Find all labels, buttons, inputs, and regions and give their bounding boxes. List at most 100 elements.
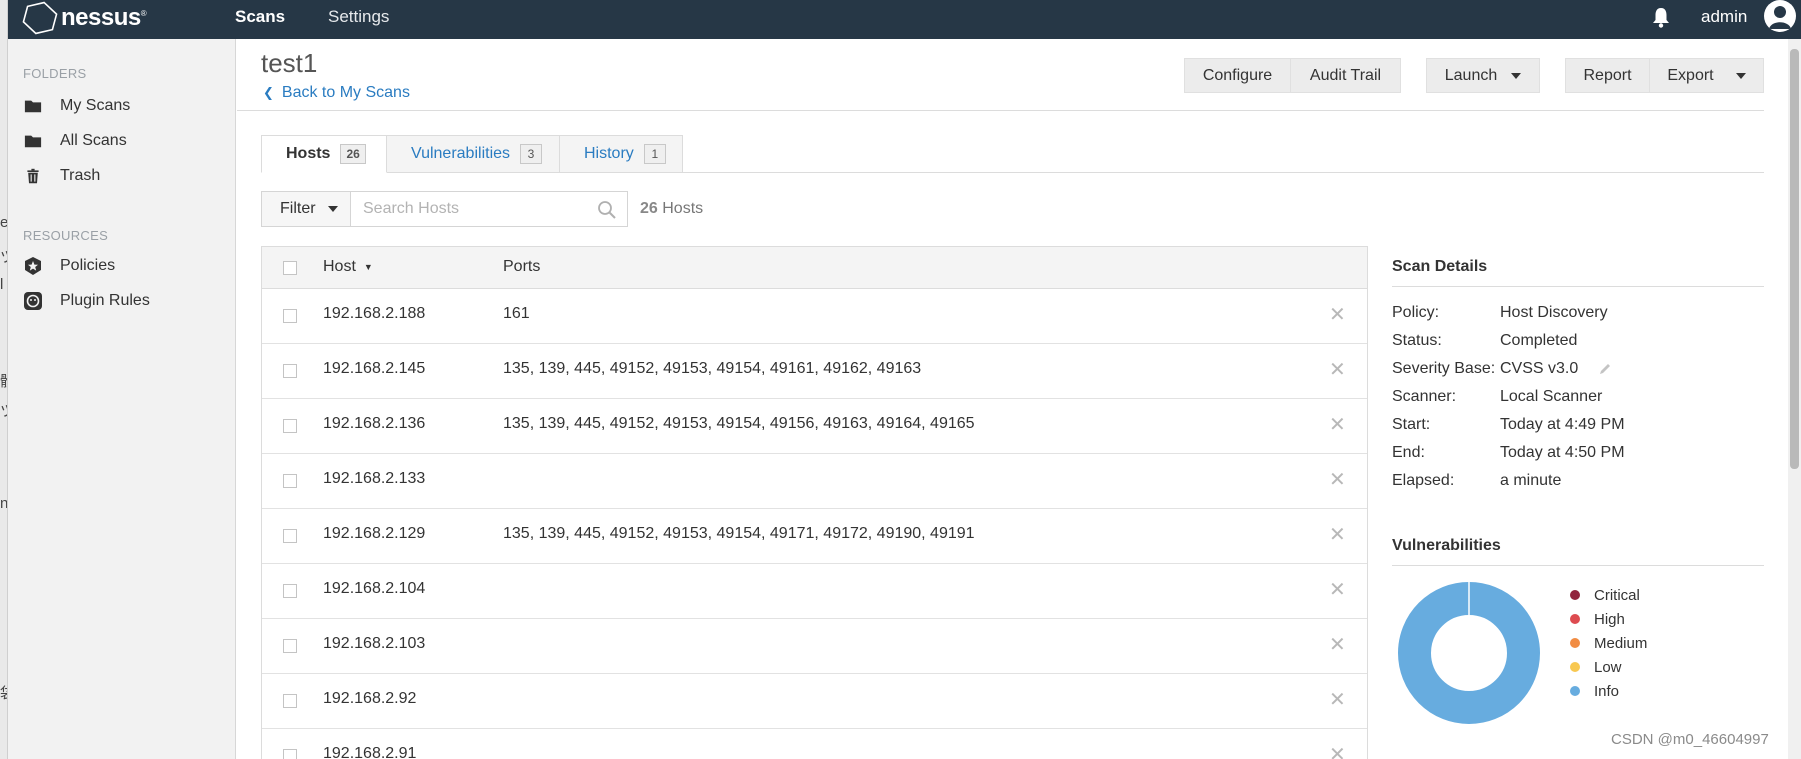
caret-down-icon — [1735, 72, 1746, 79]
vulnerabilities-donut-chart[interactable] — [1397, 581, 1541, 725]
vulnerabilities-section: Vulnerabilities — [1392, 537, 1764, 566]
row-checkbox[interactable] — [283, 639, 297, 653]
top-navigation-bar: nessus® Scans Settings admin — [8, 0, 1801, 39]
table-row[interactable]: 192.168.2.129 135, 139, 445, 49152, 4915… — [262, 509, 1367, 564]
scan-details-heading: Scan Details — [1392, 246, 1764, 287]
legend-label: Medium — [1594, 634, 1648, 652]
configure-button[interactable]: Configure — [1184, 58, 1291, 93]
table-row[interactable]: 192.168.2.103 ✕ — [262, 619, 1367, 674]
search-icon[interactable] — [597, 200, 617, 220]
user-avatar-icon[interactable] — [1764, 0, 1796, 32]
resources-heading: RESOURCES — [23, 228, 109, 243]
detail-value: Completed — [1500, 332, 1578, 349]
filter-dropdown-button[interactable]: Filter — [261, 191, 351, 227]
legend-dot — [1570, 590, 1580, 600]
row-checkbox[interactable] — [283, 749, 297, 759]
report-button[interactable]: Report — [1565, 58, 1650, 93]
column-header-ports[interactable]: Ports — [503, 258, 540, 276]
vulnerabilities-heading: Vulnerabilities — [1392, 537, 1764, 566]
edge-glyph: n — [0, 495, 8, 512]
launch-button[interactable]: Launch — [1426, 58, 1540, 93]
page-scrollbar[interactable] — [1788, 39, 1801, 759]
table-header: Host ▼ Ports — [262, 247, 1367, 289]
legend-label: Low — [1594, 658, 1622, 676]
detail-label: Policy: — [1392, 304, 1440, 321]
host-cell: 192.168.2.92 — [323, 690, 417, 707]
detail-value: Today at 4:49 PM — [1500, 416, 1625, 433]
user-menu-name[interactable]: admin — [1701, 7, 1747, 27]
host-cell: 192.168.2.104 — [323, 580, 426, 597]
scan-details-panel: Scan Details Policy: Host Discovery Stat… — [1392, 246, 1764, 495]
row-checkbox[interactable] — [283, 474, 297, 488]
table-row[interactable]: 192.168.2.92 ✕ — [262, 674, 1367, 729]
delete-row-icon[interactable]: ✕ — [1329, 690, 1346, 710]
row-checkbox[interactable] — [283, 309, 297, 323]
header-divider — [237, 110, 1764, 111]
detail-value: Local Scanner — [1500, 388, 1603, 405]
vulnerabilities-legend: Critical High Medium Low Info — [1570, 583, 1647, 703]
nav-scans[interactable]: Scans — [235, 7, 285, 27]
column-header-host[interactable]: Host ▼ — [323, 258, 373, 276]
table-row[interactable]: 192.168.2.133 ✕ — [262, 454, 1367, 509]
row-checkbox[interactable] — [283, 419, 297, 433]
hosts-count-number: 26 — [640, 200, 658, 217]
folders-heading: FOLDERS — [23, 66, 87, 81]
sidebar-item-label: All Scans — [60, 132, 127, 149]
sidebar-item-trash[interactable]: Trash — [23, 162, 228, 190]
sidebar-item-policies[interactable]: Policies — [23, 252, 228, 280]
sidebar-item-all-scans[interactable]: All Scans — [23, 127, 228, 155]
table-row[interactable]: 192.168.2.136 135, 139, 445, 49152, 4915… — [262, 399, 1367, 454]
edit-pencil-icon[interactable] — [1598, 362, 1612, 376]
delete-row-icon[interactable]: ✕ — [1329, 635, 1346, 655]
nav-settings[interactable]: Settings — [328, 7, 389, 27]
export-button[interactable]: Export — [1649, 58, 1764, 93]
sidebar-item-label: My Scans — [60, 97, 131, 114]
detail-row-scanner: Scanner: Local Scanner — [1392, 383, 1764, 411]
tab-history[interactable]: History 1 — [559, 135, 683, 173]
legend-label: Info — [1594, 682, 1620, 700]
back-to-my-scans-link[interactable]: ❮ Back to My Scans — [263, 84, 410, 102]
legend-dot — [1570, 686, 1580, 696]
page-title: test1 — [261, 48, 318, 78]
legend-label: High — [1594, 610, 1625, 628]
audit-trail-button[interactable]: Audit Trail — [1290, 58, 1401, 93]
search-hosts-box — [350, 191, 628, 227]
nessus-logo[interactable]: nessus® — [22, 1, 147, 35]
search-hosts-input[interactable] — [351, 192, 581, 226]
row-checkbox[interactable] — [283, 584, 297, 598]
host-cell: 192.168.2.103 — [323, 635, 426, 652]
table-row[interactable]: 192.168.2.188 161 ✕ — [262, 289, 1367, 344]
sidebar-item-my-scans[interactable]: My Scans — [23, 92, 228, 120]
notifications-bell-icon[interactable] — [1650, 5, 1672, 29]
detail-label: Severity Base: — [1392, 360, 1496, 377]
scrollbar-thumb[interactable] — [1790, 49, 1799, 469]
table-row[interactable]: 192.168.2.145 135, 139, 445, 49152, 4915… — [262, 344, 1367, 399]
tab-hosts[interactable]: Hosts 26 — [261, 135, 387, 173]
hosts-table: Host ▼ Ports 192.168.2.188 161 ✕ 192.168.… — [261, 246, 1368, 759]
delete-row-icon[interactable]: ✕ — [1329, 745, 1346, 759]
table-row[interactable]: 192.168.2.91 ✕ — [262, 729, 1367, 759]
row-checkbox[interactable] — [283, 694, 297, 708]
sidebar-item-plugin-rules[interactable]: Plugin Rules — [23, 287, 228, 315]
ports-cell: 135, 139, 445, 49152, 49153, 49154, 4915… — [503, 415, 975, 432]
edge-glyph: e — [0, 214, 8, 231]
tab-vulnerabilities[interactable]: Vulnerabilities 3 — [386, 135, 560, 173]
select-all-checkbox[interactable] — [283, 261, 297, 275]
delete-row-icon[interactable]: ✕ — [1329, 580, 1346, 600]
delete-row-icon[interactable]: ✕ — [1329, 360, 1346, 380]
detail-row-severity-base: Severity Base: CVSS v3.0 — [1392, 355, 1764, 383]
ports-cell: 135, 139, 445, 49152, 49153, 49154, 4917… — [503, 525, 975, 542]
delete-row-icon[interactable]: ✕ — [1329, 305, 1346, 325]
edge-glyph: ツ — [0, 246, 7, 267]
launch-button-label: Launch — [1444, 66, 1498, 84]
delete-row-icon[interactable]: ✕ — [1329, 415, 1346, 435]
table-row[interactable]: 192.168.2.104 ✕ — [262, 564, 1367, 619]
detail-row-elapsed: Elapsed: a minute — [1392, 467, 1764, 495]
nessus-hexagon-icon — [22, 1, 58, 35]
row-checkbox[interactable] — [283, 529, 297, 543]
tab-label: Vulnerabilities — [411, 145, 511, 162]
delete-row-icon[interactable]: ✕ — [1329, 470, 1346, 490]
detail-label: End: — [1392, 444, 1425, 461]
row-checkbox[interactable] — [283, 364, 297, 378]
delete-row-icon[interactable]: ✕ — [1329, 525, 1346, 545]
